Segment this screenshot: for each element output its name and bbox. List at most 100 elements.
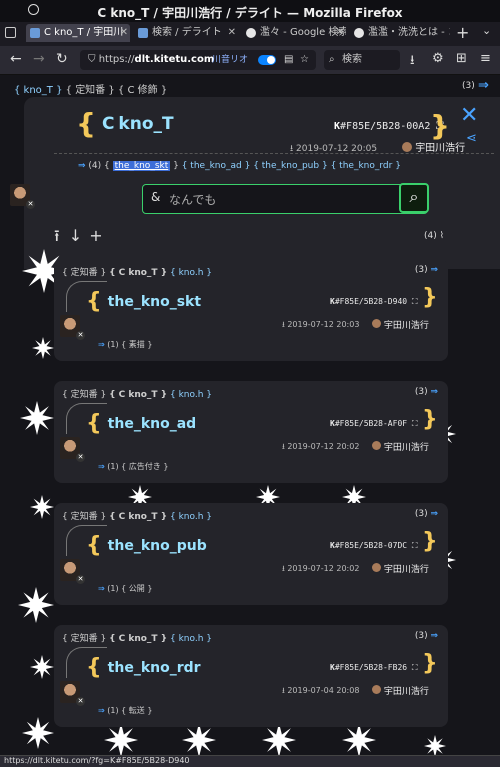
upload-icon[interactable]: ⭱	[54, 226, 60, 245]
new-tab-button[interactable]: +	[456, 23, 469, 42]
navigation-toolbar: ← → ↻ ⛉ https://dlt.kitetu.com 川音リオ ▤ ☆ …	[0, 46, 500, 75]
tab-google[interactable]: 濫々 - Google 検索 ✕	[242, 24, 346, 42]
forward-button[interactable]: →	[33, 51, 45, 67]
breadcrumb: { kno_T } { 定知番 } { C 修飾 }	[14, 85, 168, 96]
ornament-icon	[182, 723, 216, 755]
share-icon[interactable]: ⋖	[466, 131, 477, 146]
status-url: https://dlt.kitetu.com/?fg=K#F85E/5B28-D…	[4, 756, 190, 765]
url-bar[interactable]: ⛉ https://dlt.kitetu.com 川音リオ ▤ ☆	[80, 50, 316, 70]
site-icon	[354, 28, 364, 38]
extension-label[interactable]: 川音リオ	[212, 50, 248, 70]
tab-close-icon[interactable]: ✕	[336, 24, 344, 42]
card-tags: ⇒ (1) { 転送 }	[98, 706, 153, 715]
rss-icon: ⌇	[439, 231, 445, 241]
add-icon[interactable]: +	[89, 226, 102, 245]
ornament-icon	[22, 717, 54, 749]
ornament-icon	[342, 723, 376, 755]
tab-search[interactable]: 検索 / デライト ✕	[134, 24, 238, 42]
link-arrow-icon: ⇒	[98, 584, 105, 593]
author-avatar	[372, 685, 381, 694]
ornament-icon	[32, 337, 54, 359]
author-avatar	[402, 142, 412, 152]
timestamp: ⭳ 2019-07-12 20:05	[290, 144, 378, 154]
card-title[interactable]: {the_kno_ad	[86, 411, 196, 436]
author-avatar	[372, 441, 381, 450]
author[interactable]: 宇田川浩行	[372, 684, 429, 697]
link-arrow-icon: ⇒	[98, 340, 105, 349]
tab-close-icon[interactable]: ✕	[228, 24, 236, 42]
page-title: {Ckno_T	[76, 107, 174, 140]
hamburger-menu-icon[interactable]: ≡	[480, 51, 491, 66]
ornament-icon	[424, 735, 446, 755]
crumbs-count: (3)	[462, 81, 475, 91]
sort-icon[interactable]: ↓	[69, 226, 82, 245]
extensions-icon[interactable]: ⊞	[456, 51, 467, 66]
card-title[interactable]: {the_kno_rdr	[86, 655, 201, 680]
card-breadcrumb: { 定知番 } { C kno_T } { kno.h }	[62, 390, 213, 400]
ornament-icon	[104, 723, 138, 755]
user-avatar[interactable]	[60, 559, 85, 584]
knowledge-id: K#F85E/5B28-D940 ⛶	[330, 297, 418, 306]
tab-favicon	[138, 28, 148, 38]
tab-strip: C kno_T / 宇田川 ✕ 検索 / デライト ✕ 濫々 - Google …	[0, 22, 500, 44]
downloads-icon[interactable]: ⭳	[410, 51, 415, 73]
user-avatar[interactable]	[60, 315, 85, 340]
user-avatar[interactable]	[10, 184, 35, 209]
child-links: ⇒ (4) { the_kno_skt } { the_kno_ad } { t…	[78, 161, 401, 171]
card-title[interactable]: {the_kno_pub	[86, 533, 207, 558]
card-breadcrumb: { 定知番 } { C kno_T } { kno.h }	[62, 634, 213, 644]
knowledge-card[interactable]: { 定知番 } { C kno_T } { kno.h } (3) ⇒ {the…	[54, 625, 448, 727]
close-icon[interactable]: ✕	[460, 103, 478, 128]
author[interactable]: 宇田川浩行	[402, 139, 465, 154]
sidebar-toggle-icon[interactable]	[5, 27, 16, 38]
list-tabs-icon[interactable]: ⌄	[482, 24, 491, 37]
link-arrow-icon: ⇒	[98, 706, 105, 715]
expand-arrow-icon[interactable]: ⇒	[430, 387, 438, 397]
knowledge-card[interactable]: { 定知番 } { C kno_T } { kno.h } (3) ⇒ {the…	[54, 503, 448, 605]
ornament-icon	[30, 655, 54, 679]
expand-arrow-icon[interactable]: ⇒	[430, 265, 438, 275]
expand-arrow-icon[interactable]: ⇒	[430, 509, 438, 519]
search-submit-button[interactable]: ⌕	[399, 183, 429, 213]
ornament-icon	[20, 401, 54, 435]
reader-icon[interactable]: ▤	[284, 50, 293, 70]
ornament-icon	[262, 723, 296, 755]
settings-gear-icon[interactable]: ⚙	[432, 51, 444, 66]
bookmark-star-icon[interactable]: ☆	[300, 50, 309, 70]
tab-kotobank[interactable]: 濫濫・洗洗とは - コ	[350, 24, 450, 42]
status-bar: https://dlt.kitetu.com/?fg=K#F85E/5B28-D…	[0, 755, 500, 767]
list-count: (4) ⌇	[424, 231, 445, 241]
user-avatar[interactable]	[60, 437, 85, 462]
shield-icon: ⛉	[88, 54, 96, 65]
link-arrow-icon: ⇒	[98, 462, 105, 471]
page-content: { kno_T } { 定知番 } { C 修飾 } (3) ⇒ {Ckno_T…	[0, 75, 500, 755]
card-tags: ⇒ (1) { 公開 }	[98, 584, 153, 593]
expand-arrow-icon[interactable]: ⇒	[478, 78, 489, 93]
timestamp: ⭳ 2019-07-12 20:03	[282, 320, 360, 329]
knowledge-card[interactable]: { 定知番 } { C kno_T } { kno.h } (3) ⇒ {the…	[54, 259, 448, 361]
tab-kno-t[interactable]: C kno_T / 宇田川 ✕	[26, 24, 130, 42]
tab-favicon	[30, 28, 40, 38]
ornament-icon	[30, 495, 54, 519]
card-tags: ⇒ (1) { 素描 }	[98, 340, 153, 349]
author[interactable]: 宇田川浩行	[372, 562, 429, 575]
author[interactable]: 宇田川浩行	[372, 440, 429, 453]
knowledge-card[interactable]: { 定知番 } { C kno_T } { kno.h } (3) ⇒ {the…	[54, 381, 448, 483]
card-title[interactable]: {the_kno_skt	[86, 289, 201, 314]
tab-close-icon[interactable]: ✕	[120, 24, 128, 42]
author[interactable]: 宇田川浩行	[372, 318, 429, 331]
card-breadcrumb: { 定知番 } { C kno_T } { kno.h }	[62, 512, 213, 522]
reload-button[interactable]: ↻	[56, 51, 68, 67]
extension-toggle[interactable]	[258, 55, 276, 65]
timestamp: ⭳ 2019-07-12 20:02	[282, 442, 360, 451]
list-toolbar: ⭱ ↓ +	[54, 225, 103, 252]
search-field[interactable]: ⌕ 検索	[324, 50, 400, 70]
knowledge-id: K#F85E/5B28-FB26 ⛶	[330, 663, 418, 672]
omni-search-input[interactable]: & なんでも ⌕	[142, 183, 429, 214]
expand-arrow-icon[interactable]: ⇒	[430, 631, 438, 641]
link-arrow-icon[interactable]: ⇒	[78, 161, 86, 171]
author-avatar	[372, 563, 381, 572]
back-button[interactable]: ←	[10, 51, 22, 67]
ornament-icon	[18, 587, 54, 623]
user-avatar[interactable]	[60, 681, 85, 706]
